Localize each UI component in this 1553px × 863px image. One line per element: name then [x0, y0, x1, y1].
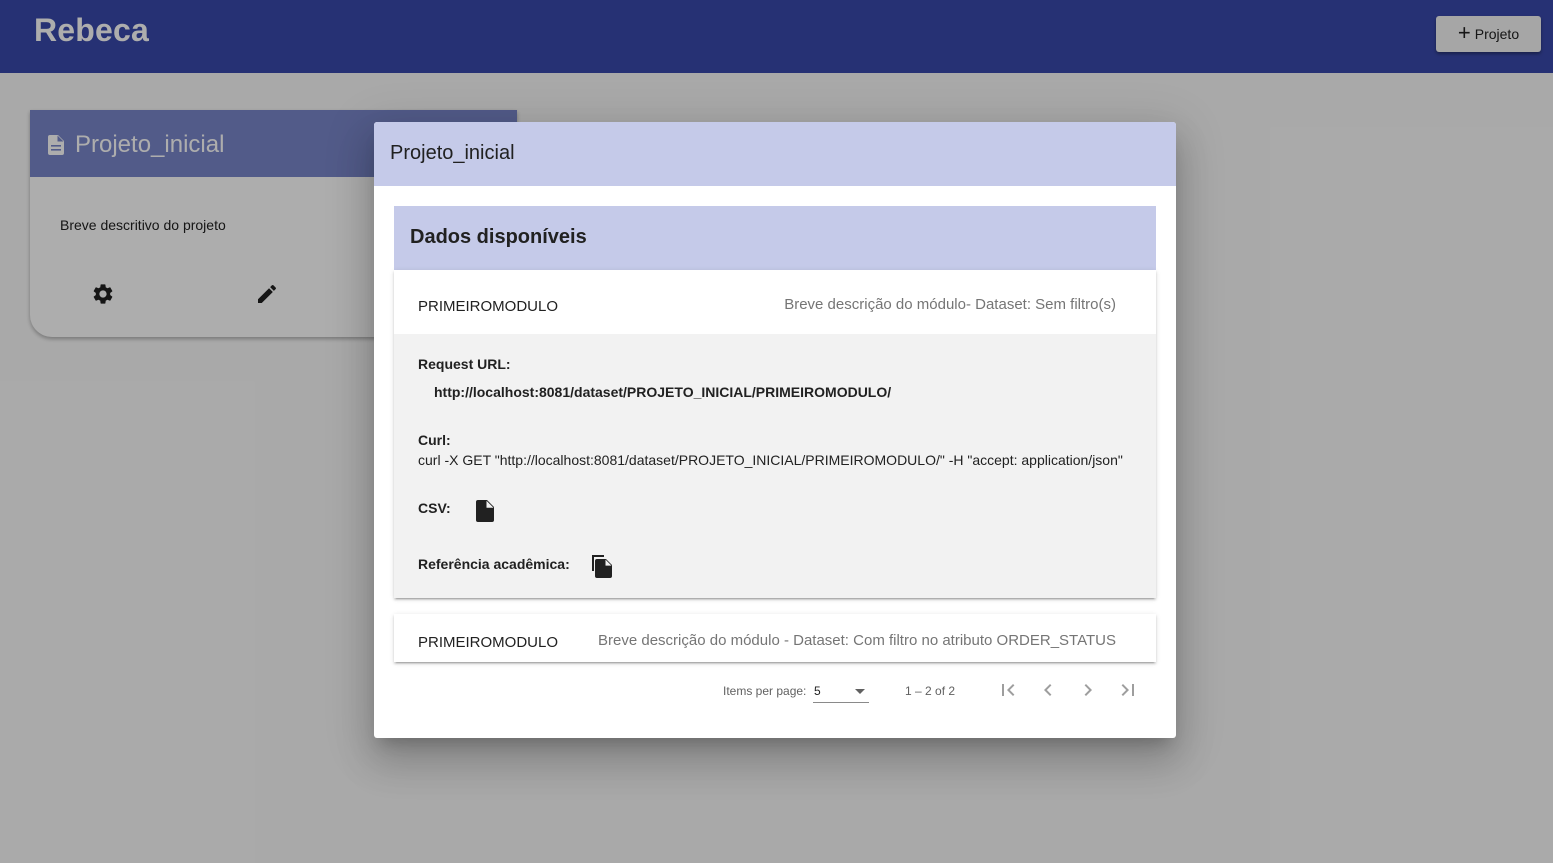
- datasets-header: Dados disponíveis: [394, 206, 1156, 270]
- curl-label: Curl:: [418, 432, 451, 448]
- dataset-panel-header[interactable]: PRIMEIROMODULO Breve descrição do módulo…: [394, 614, 1156, 662]
- request-url-label: Request URL:: [418, 356, 511, 372]
- datasets-title: Dados disponíveis: [410, 226, 587, 248]
- page-range-label: 1 – 2 of 2: [905, 684, 956, 698]
- dataset-name: PRIMEIROMODULO: [418, 634, 559, 651]
- datasets-card: Dados disponíveis PRIMEIROMODULO Breve d…: [394, 206, 1156, 662]
- dataset-panel-header[interactable]: PRIMEIROMODULO Breve descrição do módulo…: [394, 270, 1156, 334]
- academic-reference-label: Referência acadêmica:: [418, 556, 570, 572]
- items-per-page-label: Items per page:: [723, 684, 807, 698]
- csv-label: CSV:: [418, 500, 451, 516]
- page-size-select[interactable]: 5: [813, 680, 869, 703]
- dialog-header: Projeto_inicial: [374, 122, 1176, 186]
- copy-icon[interactable]: [591, 554, 615, 580]
- next-page-icon[interactable]: [1076, 678, 1100, 702]
- first-page-icon[interactable]: [996, 678, 1020, 702]
- request-url-link[interactable]: http://localhost:8081/dataset/PROJETO_IN…: [434, 384, 891, 400]
- dropdown-arrow-icon: [855, 689, 865, 694]
- curl-command: curl -X GET "http://localhost:8081/datas…: [418, 452, 1123, 468]
- paginator: Items per page: 5 1 – 2 of 2: [394, 670, 1156, 710]
- dialog-title: Projeto_inicial: [390, 142, 515, 164]
- dataset-panel: PRIMEIROMODULO Breve descrição do módulo…: [394, 270, 1156, 598]
- dataset-panel: PRIMEIROMODULO Breve descrição do módulo…: [394, 614, 1156, 662]
- project-dialog: Projeto_inicial Dados disponíveis PRIMEI…: [374, 122, 1176, 738]
- page-size-value: 5: [814, 684, 821, 698]
- dataset-name: PRIMEIROMODULO: [418, 298, 559, 315]
- previous-page-icon[interactable]: [1036, 678, 1060, 702]
- dataset-panel-body: Request URL: http://localhost:8081/datas…: [394, 334, 1156, 598]
- dataset-description: Breve descrição do módulo- Dataset: Sem …: [784, 296, 1116, 313]
- csv-file-icon[interactable]: [476, 500, 496, 524]
- last-page-icon[interactable]: [1116, 678, 1140, 702]
- dataset-description: Breve descrição do módulo - Dataset: Com…: [598, 632, 1116, 649]
